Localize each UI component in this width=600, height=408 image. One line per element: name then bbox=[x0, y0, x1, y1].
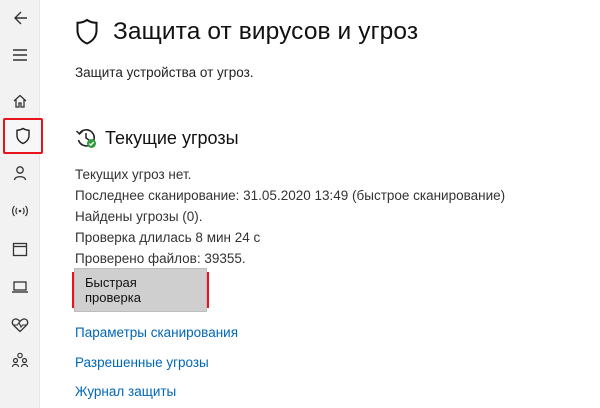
threat-status-text: Текущих угроз нет. bbox=[75, 167, 192, 182]
allowed-threats-link[interactable]: Разрешенные угрозы bbox=[75, 355, 209, 370]
page-header: Защита от вирусов и угроз bbox=[75, 18, 418, 46]
sidebar-item-virus-protection[interactable] bbox=[3, 118, 43, 154]
scan-duration-text: Проверка длилась 8 мин 24 с bbox=[75, 230, 261, 245]
sidebar-item-family[interactable] bbox=[0, 342, 40, 378]
section-title: Текущие угрозы bbox=[105, 127, 239, 148]
hamburger-icon bbox=[13, 49, 27, 61]
menu-button[interactable] bbox=[0, 37, 40, 73]
back-arrow-icon bbox=[14, 11, 27, 25]
home-icon bbox=[13, 94, 27, 108]
files-scanned-text: Проверено файлов: 39355. bbox=[75, 251, 246, 266]
threat-info: Текущих угроз нет. Последнее сканировани… bbox=[75, 164, 505, 269]
threats-found-text: Найдены угрозы (0). bbox=[75, 209, 203, 224]
sidebar-item-account[interactable] bbox=[0, 155, 40, 191]
quick-scan-label: Быстрая проверка bbox=[74, 268, 207, 312]
scan-options-link[interactable]: Параметры сканирования bbox=[75, 325, 238, 340]
current-threats-header: Текущие угрозы bbox=[75, 127, 239, 149]
window-icon bbox=[12, 242, 28, 256]
shield-icon bbox=[16, 127, 30, 145]
protection-history-link[interactable]: Журнал защиты bbox=[75, 384, 176, 399]
sidebar-item-device-health[interactable] bbox=[0, 307, 40, 343]
shield-icon bbox=[76, 18, 98, 45]
heart-icon bbox=[11, 318, 29, 333]
scan-history-check-icon bbox=[75, 129, 96, 148]
quick-scan-button[interactable]: Быстрая проверка bbox=[72, 268, 209, 312]
last-scan-text: Последнее сканирование: 31.05.2020 13:49… bbox=[75, 188, 506, 203]
person-icon bbox=[13, 166, 27, 181]
sidebar-item-firewall[interactable] bbox=[0, 193, 40, 229]
main-content: Защита от вирусов и угроз Защита устройс… bbox=[40, 0, 600, 408]
sidebar-item-home[interactable] bbox=[0, 83, 40, 119]
laptop-icon bbox=[12, 281, 28, 293]
wireless-icon bbox=[12, 205, 28, 217]
sidebar bbox=[0, 0, 43, 408]
family-icon bbox=[11, 352, 29, 368]
back-button[interactable] bbox=[0, 0, 40, 36]
sidebar-item-app-browser[interactable] bbox=[0, 231, 40, 267]
sidebar-item-device-security[interactable] bbox=[0, 269, 40, 305]
page-subtitle: Защита устройства от угроз. bbox=[75, 65, 254, 80]
page-title: Защита от вирусов и угроз bbox=[113, 18, 419, 45]
